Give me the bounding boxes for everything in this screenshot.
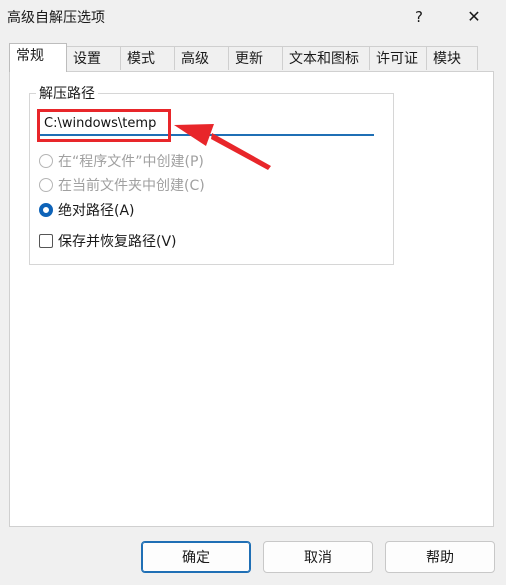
ok-button[interactable]: 确定 <box>141 541 251 573</box>
radio-absolute-path-indicator[interactable] <box>39 203 53 217</box>
radio-program-files[interactable]: 在“程序文件”中创建(P) <box>39 151 204 171</box>
tab-mode[interactable]: 模式 <box>120 46 175 70</box>
tab-settings[interactable]: 设置 <box>66 46 121 70</box>
tab-text-and-icon[interactable]: 文本和图标 <box>282 46 370 70</box>
title-bar: 高级自解压选项 ? ✕ <box>0 0 506 34</box>
radio-program-files-label: 在“程序文件”中创建(P) <box>58 154 204 170</box>
radio-program-files-indicator[interactable] <box>39 154 53 168</box>
help-button[interactable]: 帮助 <box>385 541 495 573</box>
radio-current-folder[interactable]: 在当前文件夹中创建(C) <box>39 175 205 195</box>
checkbox-save-restore-path-box[interactable] <box>39 234 53 248</box>
tab-license[interactable]: 许可证 <box>369 46 427 70</box>
radio-current-folder-indicator[interactable] <box>39 178 53 192</box>
tab-update[interactable]: 更新 <box>228 46 283 70</box>
checkbox-save-restore-path-label: 保存并恢复路径(V) <box>58 234 177 250</box>
help-icon-button[interactable]: ? <box>404 2 434 32</box>
checkbox-save-restore-path[interactable]: 保存并恢复路径(V) <box>39 231 177 251</box>
radio-current-folder-label: 在当前文件夹中创建(C) <box>58 178 205 194</box>
extract-path-group-title: 解压路径 <box>36 83 98 103</box>
tab-general[interactable]: 常规 <box>9 43 67 72</box>
tab-advanced[interactable]: 高级 <box>174 46 229 70</box>
radio-absolute-path-label: 绝对路径(A) <box>58 203 135 219</box>
tab-module[interactable]: 模块 <box>426 46 478 70</box>
close-icon-button[interactable]: ✕ <box>459 2 489 32</box>
cancel-button[interactable]: 取消 <box>263 541 373 573</box>
window-title: 高级自解压选项 <box>7 10 105 26</box>
extract-path-input[interactable] <box>39 112 374 136</box>
radio-absolute-path[interactable]: 绝对路径(A) <box>39 200 135 220</box>
